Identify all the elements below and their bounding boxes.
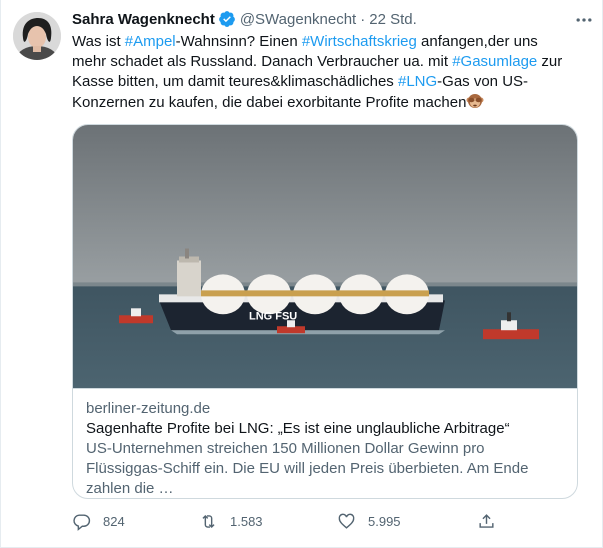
share-icon bbox=[479, 513, 494, 528]
timestamp[interactable]: 22 Std. bbox=[369, 11, 417, 28]
card-description: US-Unternehmen streichen 150 Millionen D… bbox=[86, 440, 529, 497]
reply-icon bbox=[73, 513, 91, 531]
text-segment: -Wahnsinn? Einen bbox=[175, 33, 302, 50]
like-count: 5.995 bbox=[368, 513, 401, 529]
author-handle[interactable]: @SWagenknecht bbox=[240, 11, 356, 28]
see-no-evil-monkey-icon bbox=[466, 92, 484, 110]
reply-button[interactable]: 824 bbox=[72, 510, 125, 532]
like-button[interactable]: 5.995 bbox=[337, 510, 401, 532]
link-preview-card[interactable]: LNG FSU berliner-zeitung.de Sagenhafte P… bbox=[72, 124, 578, 499]
more-options-icon[interactable] bbox=[574, 10, 594, 30]
card-image-lng-tanker: LNG FSU bbox=[73, 125, 577, 389]
avatar[interactable] bbox=[13, 12, 61, 60]
card-domain: berliner-zeitung.de bbox=[86, 400, 211, 417]
separator-dot: · bbox=[360, 10, 366, 28]
share-button[interactable] bbox=[477, 510, 508, 532]
retweet-icon bbox=[202, 514, 215, 528]
hashtag-wirtschaftskrieg[interactable]: #Wirtschaftskrieg bbox=[302, 33, 417, 50]
text-segment: Was ist bbox=[72, 33, 125, 50]
avatar-image bbox=[13, 12, 61, 60]
tweet[interactable]: Sahra Wagenknecht @SWagenknecht · 22 Std… bbox=[0, 0, 603, 548]
reply-count: 824 bbox=[103, 513, 125, 529]
tweet-header: Sahra Wagenknecht @SWagenknecht · 22 Std… bbox=[72, 8, 592, 30]
verified-badge-icon bbox=[218, 10, 236, 28]
tweet-actions: 824 1.583 5.995 bbox=[72, 510, 512, 532]
tweet-text: Was ist #Ampel-Wahnsinn? Einen #Wirtscha… bbox=[72, 32, 572, 113]
author-name[interactable]: Sahra Wagenknecht bbox=[72, 11, 215, 28]
hashtag-gasumlage[interactable]: #Gasumlage bbox=[452, 53, 537, 70]
card-title: Sagenhafte Profite bei LNG: „Es ist eine… bbox=[86, 420, 510, 437]
hashtag-ampel[interactable]: #Ampel bbox=[125, 33, 176, 50]
retweet-count: 1.583 bbox=[230, 513, 263, 529]
hashtag-lng[interactable]: #LNG bbox=[398, 73, 437, 90]
heart-icon bbox=[338, 513, 355, 529]
retweet-button[interactable]: 1.583 bbox=[199, 510, 263, 532]
